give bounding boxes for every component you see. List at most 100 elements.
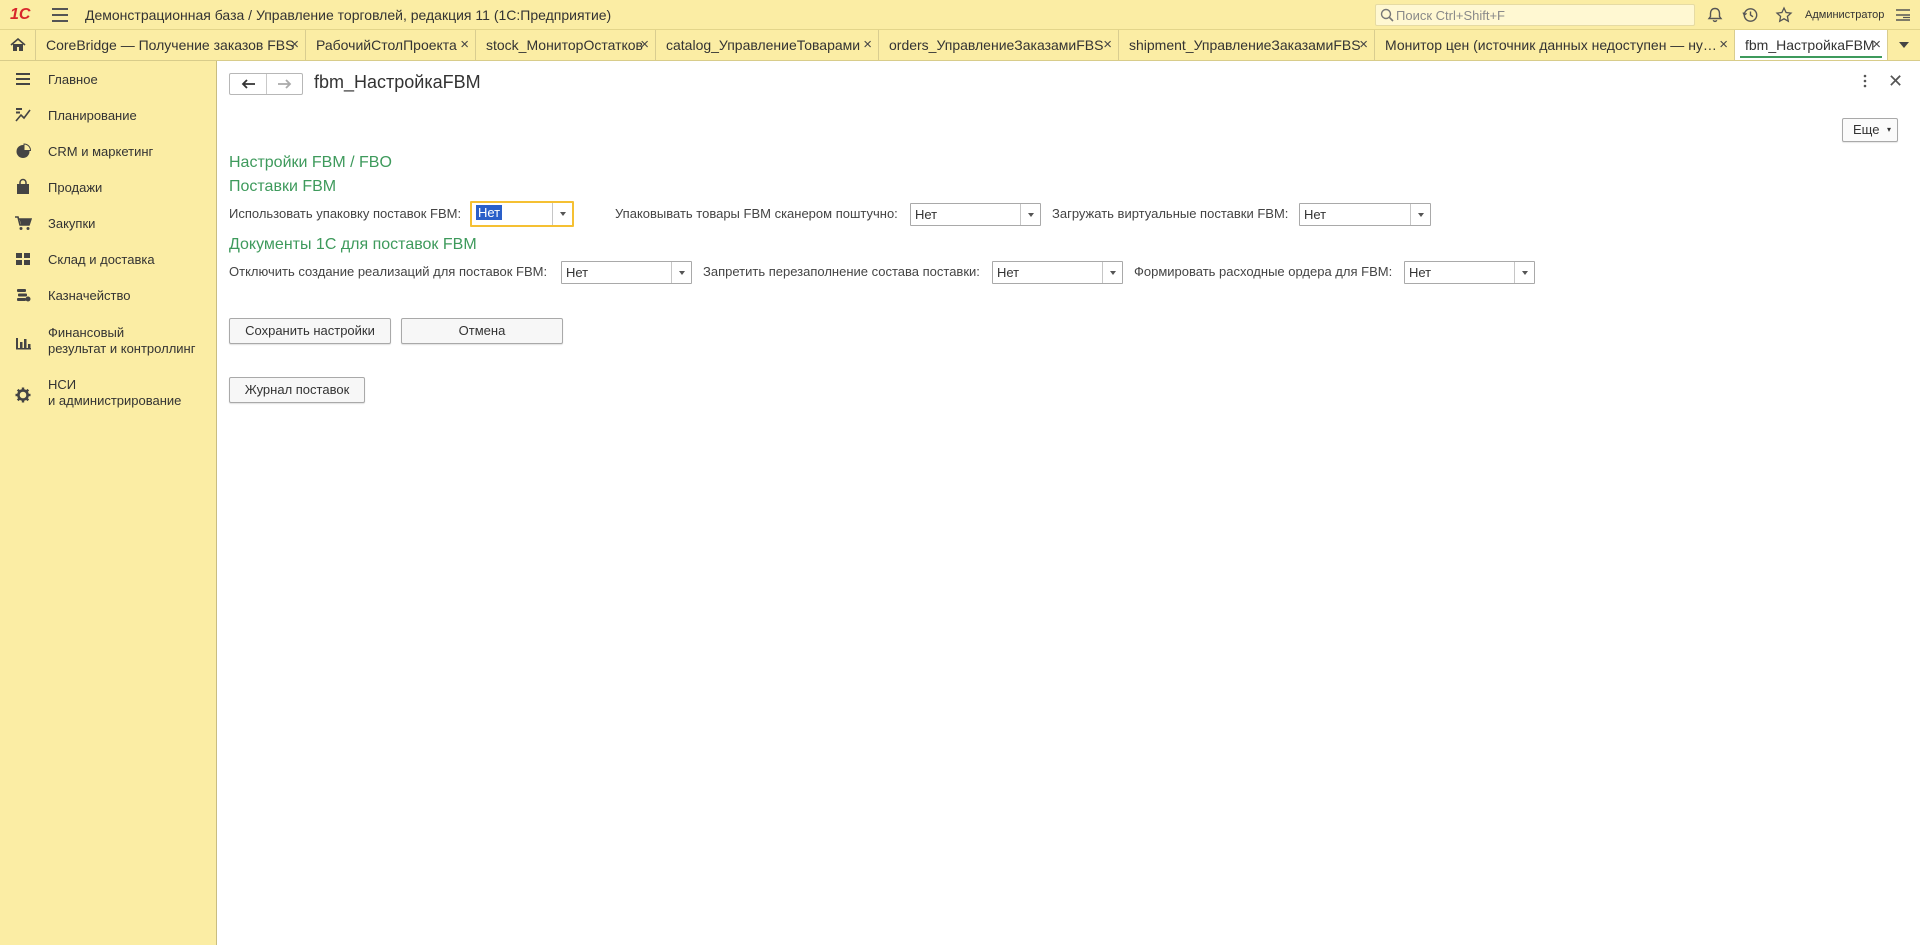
sidebar-item-sales[interactable]: Продажи — [0, 177, 216, 201]
tab-orders[interactable]: orders_УправлениеЗаказамиFBS × — [879, 30, 1119, 60]
form-area: fbm_НастройкаFBM ✕ Еще ▾ Настройки FBM /… — [217, 61, 1920, 945]
field-label-use-packaging: Использовать упаковку поставок FBM: — [229, 206, 462, 221]
sidebar-item-label: CRM и маркетинг — [48, 144, 154, 159]
dropdown-arrow-icon[interactable] — [1020, 204, 1040, 225]
close-icon[interactable]: × — [460, 30, 469, 60]
close-icon[interactable]: × — [1719, 30, 1728, 60]
star-icon[interactable] — [1775, 6, 1793, 24]
bag-icon — [17, 178, 29, 194]
field-label-scan-packing: Упаковывать товары FBM сканером поштучно… — [615, 206, 898, 221]
search-input[interactable] — [1396, 5, 1686, 25]
caret-down-icon: ▾ — [1886, 125, 1891, 134]
sidebar-item-label: Продажи — [48, 180, 103, 195]
sidebar-item-crm[interactable]: CRM и маркетинг — [0, 141, 216, 165]
tab-fbm-settings[interactable]: fbm_НастройкаFBM × — [1735, 30, 1888, 60]
sidebar-item-treasury[interactable]: Казначейство — [0, 285, 216, 309]
sidebar-item-planning[interactable]: Планирование — [0, 105, 216, 129]
back-button[interactable] — [230, 74, 267, 94]
close-icon[interactable]: × — [1872, 30, 1881, 60]
tabs-list-button[interactable] — [1888, 30, 1920, 60]
tab-price-monitor[interactable]: Монитор цен (источник данных недоступен … — [1375, 30, 1735, 60]
section-title-documents: Документы 1С для поставок FBM — [229, 236, 477, 253]
sidebar-item-label: Планирование — [48, 108, 137, 123]
app-logo[interactable]: 1С — [10, 7, 36, 23]
tab-catalog[interactable]: catalog_УправлениеТоварами × — [656, 30, 879, 60]
top-bar: 1С Демонстрационная база / Управление то… — [0, 0, 1920, 30]
main-menu-icon[interactable] — [52, 8, 68, 22]
sidebar-item-purchases[interactable]: Закупки — [0, 213, 216, 237]
tab-desktop[interactable]: РабочийСтолПроекта × — [306, 30, 476, 60]
sidebar-item-admin[interactable]: НСИ и администрирование — [0, 375, 216, 415]
select-value: Нет — [566, 265, 589, 280]
sidebar-item-label: Закупки — [48, 216, 96, 231]
tab-stock-monitor[interactable]: stock_МониторОстатков × — [476, 30, 656, 60]
shipments-journal-button[interactable]: Журнал поставок — [229, 377, 365, 403]
menu-lines-icon — [16, 73, 30, 85]
sidebar-item-label: Финансовый результат и контроллинг — [48, 325, 196, 356]
app-title: Демонстрационная база / Управление торго… — [85, 7, 612, 23]
sidebar-item-label: Склад и доставка — [48, 252, 155, 267]
bar-chart-icon — [16, 338, 31, 350]
warehouse-grid-icon — [16, 253, 30, 265]
coins-icon — [17, 289, 31, 302]
dropdown-arrow-icon[interactable] — [1410, 204, 1430, 225]
field-label-expense-orders: Формировать расходные ордера для FBM: — [1134, 264, 1393, 279]
close-icon[interactable]: × — [1103, 30, 1112, 60]
field-label-disable-sales: Отключить создание реализаций для постав… — [229, 264, 548, 279]
tab-corebridge[interactable]: CoreBridge — Получение заказов FBS × — [36, 30, 306, 60]
tab-label: stock_МониторОстатков — [486, 37, 643, 53]
home-icon — [10, 38, 26, 51]
select-value: Нет — [1304, 207, 1327, 222]
planning-icon — [15, 108, 31, 122]
tab-label: РабочийСтолПроекта — [316, 37, 457, 53]
use-packaging-select[interactable]: Нет — [470, 201, 574, 227]
home-button[interactable] — [0, 30, 36, 60]
tab-shipment[interactable]: shipment_УправлениеЗаказамиFBS × — [1119, 30, 1375, 60]
tab-label: catalog_УправлениеТоварами — [666, 37, 861, 53]
open-tabs-bar: CoreBridge — Получение заказов FBS × Раб… — [0, 30, 1920, 61]
more-actions-icon[interactable] — [1861, 73, 1869, 89]
page-title: fbm_НастройкаFBM — [314, 72, 481, 92]
select-value: Нет — [476, 205, 503, 220]
history-nav — [229, 73, 303, 95]
close-form-icon[interactable]: ✕ — [1888, 71, 1903, 92]
section-title-settings: Настройки FBM / FBO — [229, 154, 392, 171]
dropdown-arrow-icon[interactable] — [1102, 262, 1122, 283]
more-button-label: Еще — [1853, 122, 1880, 137]
close-icon[interactable]: × — [290, 30, 299, 60]
section-title-shipments: Поставки FBM — [229, 178, 337, 195]
select-value: Нет — [997, 265, 1020, 280]
bell-icon[interactable] — [1706, 6, 1724, 24]
more-button[interactable]: Еще ▾ — [1842, 118, 1898, 142]
sidebar-item-label: НСИ и администрирование — [48, 377, 182, 408]
close-icon[interactable]: × — [640, 30, 649, 60]
disable-sales-select[interactable]: Нет — [561, 261, 692, 284]
settings-menu-icon[interactable] — [1894, 6, 1912, 24]
cancel-button[interactable]: Отмена — [401, 318, 563, 344]
sidebar-item-finance[interactable]: Финансовый результат и контроллинг — [0, 323, 216, 363]
forbid-refill-select[interactable]: Нет — [992, 261, 1123, 284]
expense-orders-select[interactable]: Нет — [1404, 261, 1535, 284]
pie-chart-icon — [16, 143, 32, 158]
tab-label: fbm_НастройкаFBM — [1745, 37, 1875, 53]
forward-button[interactable] — [267, 74, 303, 94]
dropdown-arrow-icon[interactable] — [1514, 262, 1534, 283]
save-settings-button[interactable]: Сохранить настройки — [229, 318, 391, 344]
chevron-down-icon — [1899, 42, 1909, 48]
dropdown-arrow-icon[interactable] — [552, 203, 572, 225]
gear-icon — [15, 387, 31, 403]
arrow-left-icon — [241, 79, 255, 89]
tab-label: orders_УправлениеЗаказамиFBS — [889, 37, 1104, 53]
global-search[interactable] — [1375, 4, 1695, 26]
dropdown-arrow-icon[interactable] — [671, 262, 691, 283]
scan-packing-select[interactable]: Нет — [910, 203, 1041, 226]
close-icon[interactable]: × — [863, 30, 872, 60]
tab-label: Монитор цен (источник данных недоступен … — [1385, 37, 1717, 53]
sidebar-item-main[interactable]: Главное — [0, 69, 216, 93]
history-icon[interactable] — [1741, 6, 1759, 24]
user-name[interactable]: Администратор — [1805, 9, 1884, 21]
close-icon[interactable]: × — [1359, 30, 1368, 60]
arrow-right-icon — [278, 79, 292, 89]
virtual-shipments-select[interactable]: Нет — [1299, 203, 1431, 226]
sidebar-item-warehouse[interactable]: Склад и доставка — [0, 249, 216, 273]
